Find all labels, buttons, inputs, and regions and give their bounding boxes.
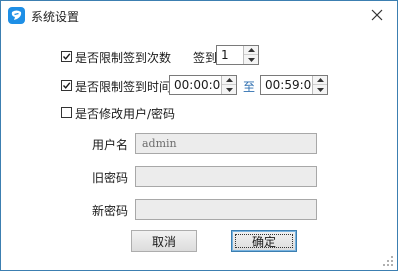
title-bar: 系统设置 bbox=[1, 1, 397, 31]
spin-down-icon bbox=[316, 87, 324, 92]
limit-count-checkbox[interactable] bbox=[61, 51, 72, 62]
change-credentials-checkbox[interactable] bbox=[61, 107, 72, 118]
count-down-button[interactable] bbox=[244, 55, 258, 64]
limit-time-label: 是否限制签到时间 bbox=[75, 80, 172, 94]
checkmark-icon bbox=[62, 53, 71, 60]
end-time-up-button[interactable] bbox=[313, 76, 327, 85]
username-label: 用户名 bbox=[92, 138, 129, 152]
count-value: 1 bbox=[221, 48, 229, 62]
resize-grip-icon[interactable] bbox=[382, 255, 394, 267]
count-stepper[interactable]: 1 bbox=[216, 45, 259, 65]
close-button[interactable] bbox=[363, 3, 391, 27]
new-password-label: 新密码 bbox=[92, 204, 129, 218]
cancel-button-label: 取消 bbox=[151, 234, 176, 249]
spin-up-icon bbox=[247, 48, 255, 52]
username-field[interactable]: admin bbox=[135, 133, 317, 154]
spin-up-icon bbox=[316, 78, 324, 82]
settings-dialog: 系统设置 是否限制签到次数 签到次数 1 是否限制签到时间 0 bbox=[0, 0, 398, 271]
end-time-arrows bbox=[312, 76, 327, 94]
start-time-up-button[interactable] bbox=[222, 76, 236, 85]
change-credentials-label: 是否修改用户/密码 bbox=[75, 107, 176, 121]
spin-down-icon bbox=[225, 87, 233, 92]
start-time-down-button[interactable] bbox=[222, 85, 236, 94]
username-value: admin bbox=[142, 137, 177, 150]
limit-count-label: 是否限制签到次数 bbox=[75, 51, 172, 65]
limit-time-checkbox[interactable] bbox=[61, 80, 72, 91]
ok-button[interactable]: 确定 bbox=[231, 230, 297, 252]
old-password-label: 旧密码 bbox=[92, 171, 129, 185]
count-stepper-arrows bbox=[243, 46, 258, 64]
old-password-field[interactable] bbox=[135, 166, 317, 187]
spin-down-icon bbox=[247, 57, 255, 62]
time-range-separator: 至 bbox=[243, 80, 256, 94]
count-up-button[interactable] bbox=[244, 46, 258, 55]
end-time-down-button[interactable] bbox=[313, 85, 327, 94]
end-time-value: 00:59:00 bbox=[265, 78, 319, 92]
start-time-stepper[interactable]: 00:00:00 bbox=[169, 75, 237, 95]
window-title: 系统设置 bbox=[31, 10, 80, 24]
checkmark-icon bbox=[62, 82, 71, 89]
app-icon bbox=[8, 7, 25, 24]
start-time-value: 00:00:00 bbox=[174, 78, 228, 92]
end-time-stepper[interactable]: 00:59:00 bbox=[260, 75, 328, 95]
spin-up-icon bbox=[225, 78, 233, 82]
start-time-arrows bbox=[221, 76, 236, 94]
cancel-button[interactable]: 取消 bbox=[131, 230, 197, 252]
close-icon bbox=[371, 9, 383, 21]
new-password-field[interactable] bbox=[135, 199, 317, 220]
ok-button-label: 确定 bbox=[251, 234, 276, 249]
